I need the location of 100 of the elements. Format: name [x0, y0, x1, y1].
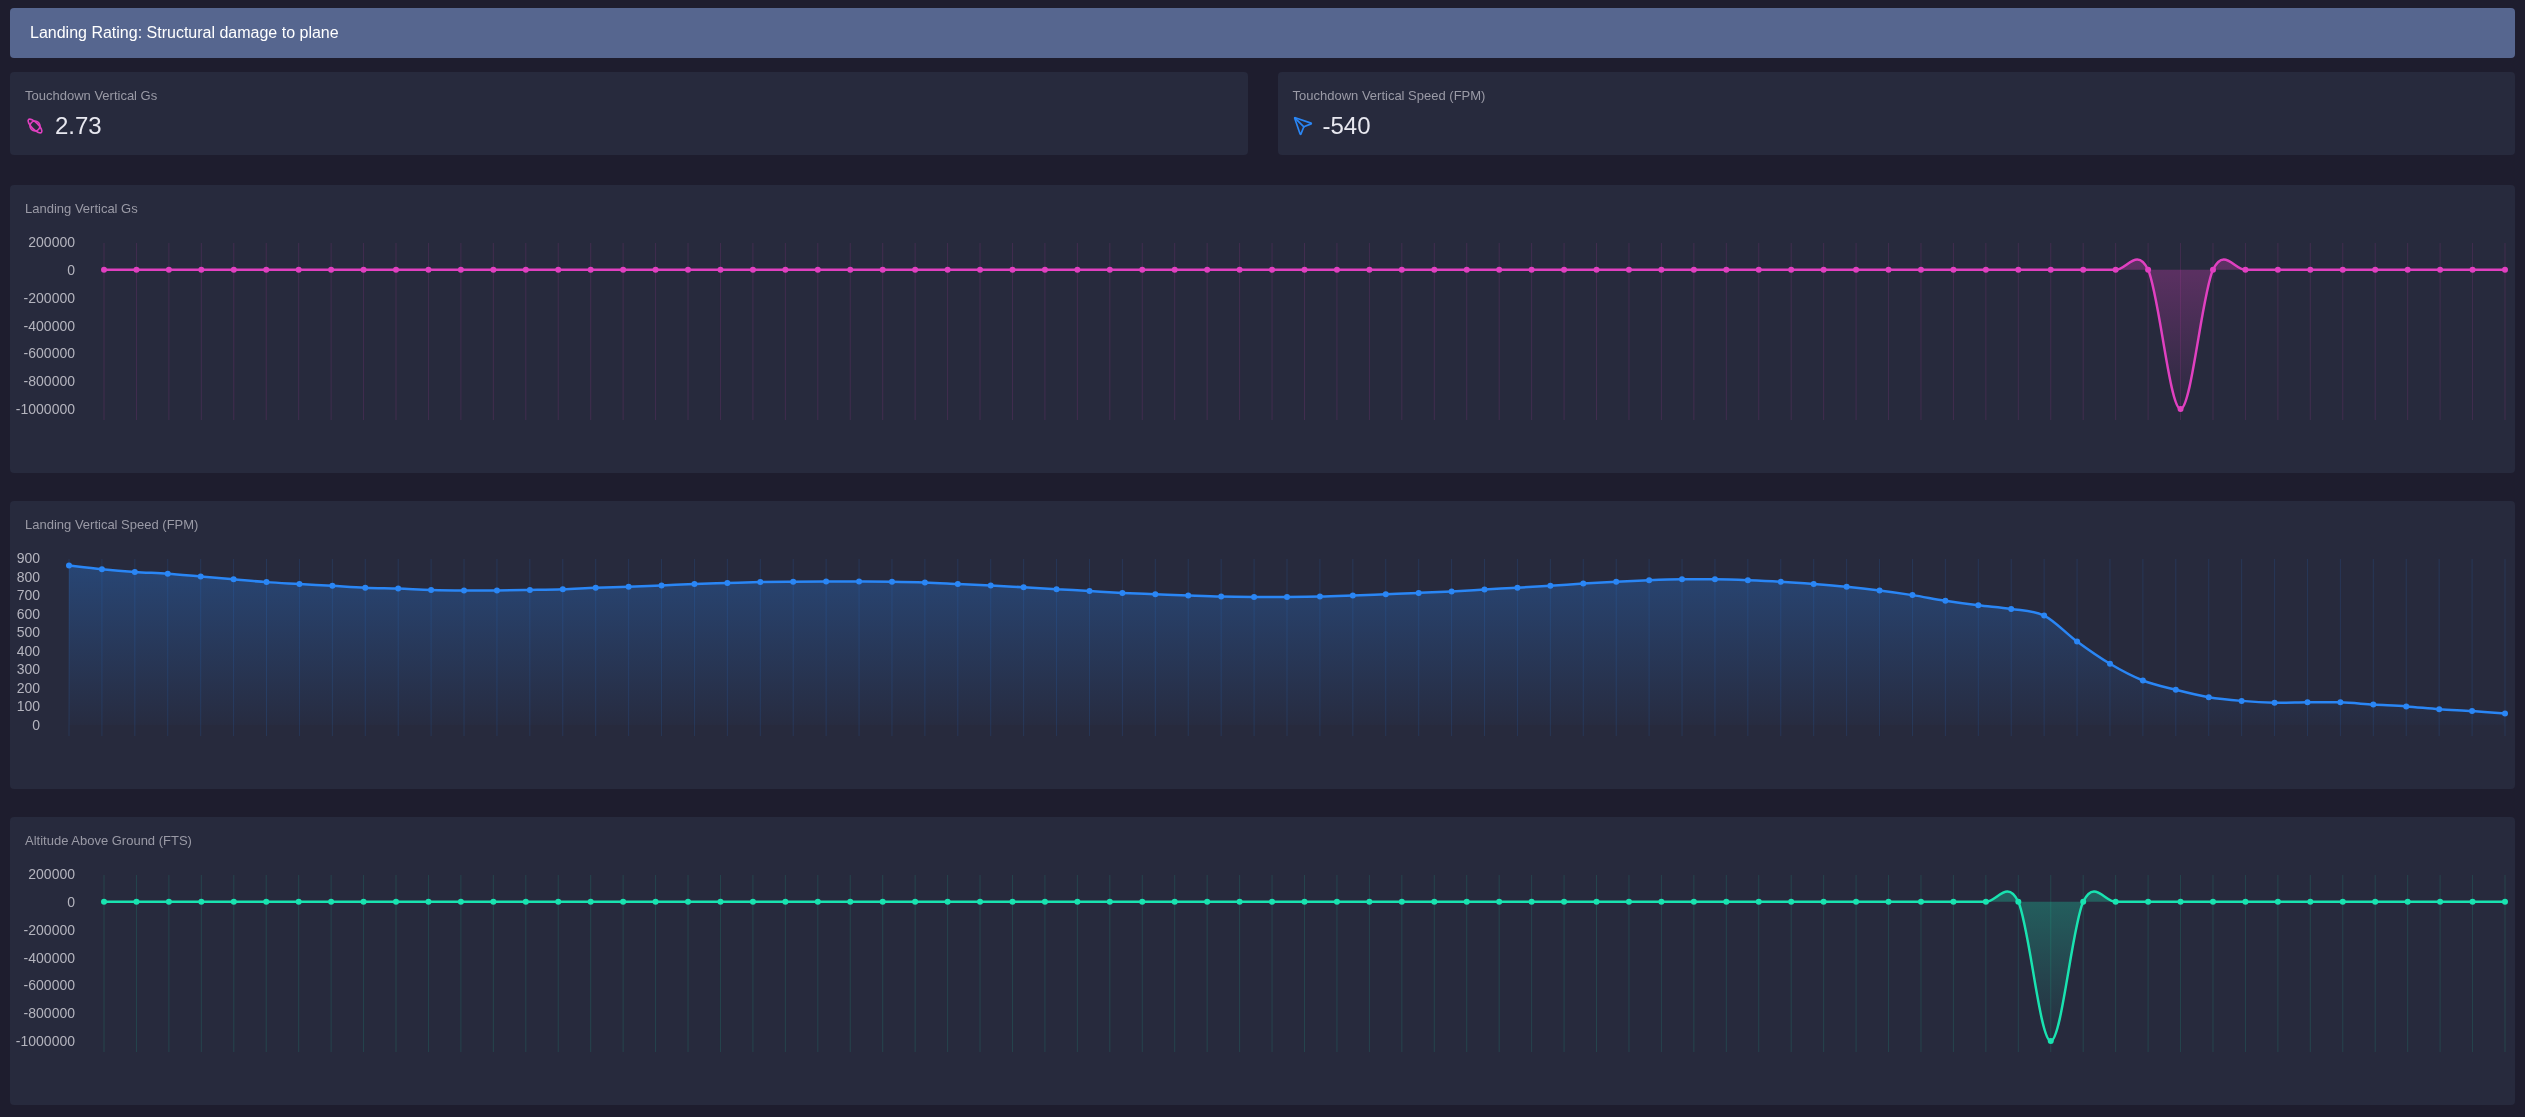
- data-point: [1431, 266, 1438, 273]
- data-point: [2469, 266, 2476, 273]
- data-point: [1415, 589, 1422, 596]
- data-point: [1528, 266, 1535, 273]
- data-point: [620, 898, 627, 905]
- data-point: [717, 898, 724, 905]
- data-point: [954, 581, 961, 587]
- data-point: [131, 568, 138, 575]
- data-point: [1658, 898, 1665, 905]
- data-point: [1284, 593, 1290, 600]
- data-point: [2080, 898, 2087, 905]
- data-point: [1398, 266, 1405, 273]
- data-point: [490, 898, 497, 905]
- data-point: [1723, 266, 1730, 273]
- data-point: [1885, 266, 1892, 273]
- data-point: [328, 266, 335, 273]
- data-point: [1561, 898, 1568, 905]
- data-point: [944, 898, 951, 905]
- rating-banner: Landing Rating: Structural damage to plane: [10, 8, 2515, 58]
- data-point: [2015, 266, 2022, 273]
- data-point: [652, 266, 659, 273]
- data-point: [912, 898, 919, 905]
- data-point: [2271, 699, 2278, 706]
- data-point: [1269, 266, 1276, 273]
- data-point: [1074, 898, 1081, 905]
- data-point: [724, 580, 731, 587]
- chart-title: Altitude Above Ground (FTS): [24, 832, 193, 850]
- data-point: [2372, 266, 2379, 273]
- data-point: [587, 898, 594, 905]
- data-point: [2502, 266, 2508, 273]
- axis-tick-label: -600000: [23, 345, 75, 362]
- data-point: [457, 898, 464, 905]
- data-point: [782, 898, 789, 905]
- data-point: [360, 266, 367, 273]
- data-point: [1349, 592, 1356, 599]
- axis-tick-label: 100: [16, 698, 40, 715]
- data-point: [1269, 898, 1276, 905]
- data-point: [295, 266, 302, 273]
- data-point: [2112, 266, 2119, 273]
- data-point: [101, 266, 107, 273]
- data-point: [757, 579, 764, 586]
- data-point: [2177, 898, 2184, 905]
- data-point: [2339, 898, 2346, 905]
- data-point: [685, 898, 692, 905]
- data-point: [1204, 266, 1211, 273]
- data-point: [587, 266, 594, 273]
- data-point: [2210, 898, 2216, 905]
- data-point: [1755, 266, 1762, 273]
- data-point: [2372, 898, 2379, 905]
- data-point: [1853, 898, 1860, 905]
- data-point: [658, 582, 665, 589]
- data-point: [2242, 266, 2249, 273]
- data-point: [912, 266, 919, 273]
- data-point: [296, 581, 303, 587]
- data-point: [652, 898, 659, 905]
- data-point: [263, 266, 270, 273]
- data-point: [2339, 266, 2346, 273]
- data-point: [101, 898, 107, 905]
- data-point: [1876, 587, 1883, 594]
- stat-label: Touchdown Vertical Gs: [25, 87, 159, 105]
- data-point: [1853, 266, 1860, 273]
- data-point: [1613, 578, 1620, 585]
- data-point: [2238, 697, 2245, 704]
- axis-tick-label: -1000000: [15, 401, 75, 417]
- data-point: [782, 266, 789, 273]
- axis-tick-label: -1000000: [15, 1033, 75, 1049]
- data-point: [457, 266, 464, 273]
- data-point: [263, 898, 270, 905]
- data-point: [1950, 266, 1957, 273]
- data-point: [1755, 898, 1762, 905]
- data-point: [685, 266, 692, 273]
- data-point: [1561, 266, 1568, 273]
- axis-tick-label: -200000: [23, 289, 75, 306]
- axis-tick-label: 200: [16, 679, 40, 696]
- data-point: [2404, 266, 2411, 273]
- data-point: [1041, 266, 1048, 273]
- data-point: [393, 898, 399, 905]
- data-point: [2047, 266, 2054, 273]
- axis-tick-label: 400: [16, 642, 40, 659]
- data-point: [847, 266, 854, 273]
- data-point: [1975, 602, 1982, 609]
- axis-tick-label: 0: [67, 261, 75, 278]
- data-point: [526, 586, 533, 593]
- data-point: [2047, 1038, 2054, 1044]
- data-point: [1053, 586, 1060, 593]
- data-point: [1481, 586, 1488, 593]
- data-point: [2307, 898, 2314, 905]
- data-point: [625, 583, 632, 590]
- data-point: [230, 266, 237, 273]
- data-point: [2370, 701, 2377, 708]
- data-point: [362, 584, 369, 591]
- data-point: [2177, 406, 2184, 412]
- data-point: [2274, 266, 2281, 273]
- stat-value: 2.73: [55, 111, 102, 140]
- data-point: [2304, 699, 2311, 706]
- data-point: [555, 898, 562, 905]
- data-point: [230, 898, 237, 905]
- data-point: [1658, 266, 1665, 273]
- data-point: [987, 582, 994, 589]
- data-point: [1528, 898, 1535, 905]
